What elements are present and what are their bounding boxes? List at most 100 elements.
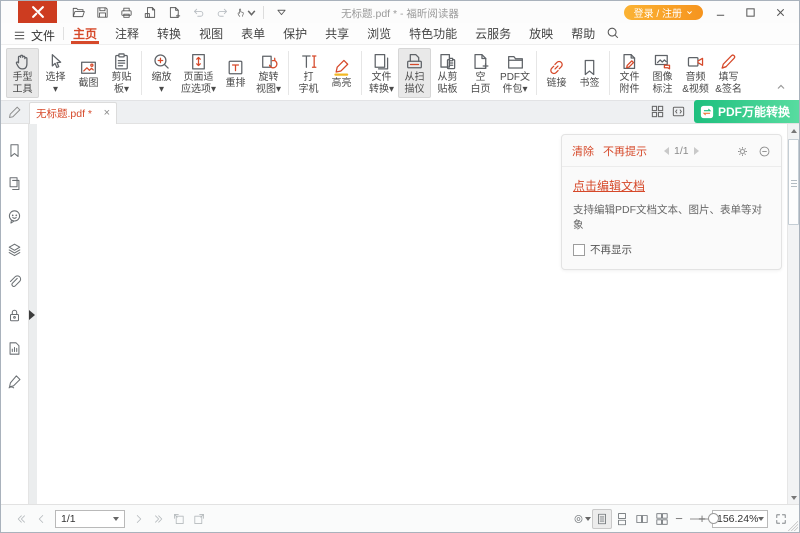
panel-expand-handle[interactable] — [29, 310, 35, 320]
comments-panel-button[interactable] — [1, 200, 28, 233]
zoom-in-button[interactable]: + — [695, 511, 709, 526]
previous-hint-button[interactable] — [664, 147, 669, 155]
redo-button[interactable] — [211, 3, 233, 21]
grid-view-button[interactable] — [647, 101, 668, 122]
close-button[interactable] — [767, 3, 793, 21]
reflow-button[interactable]: 重排 — [219, 54, 252, 92]
save-as-button[interactable] — [139, 3, 161, 21]
dont-remind-link[interactable]: 不再提示 — [603, 143, 647, 159]
new-document-button[interactable] — [163, 3, 185, 21]
menu-tab-共享[interactable]: 共享 — [316, 23, 358, 44]
link-button[interactable]: 链接 — [540, 54, 573, 92]
scrollbar-thumb[interactable] — [788, 139, 799, 225]
foxit-logo-button[interactable] — [18, 1, 57, 23]
audio-video-button[interactable]: 音频&视频 — [679, 48, 712, 98]
collapse-ribbon-button[interactable] — [776, 79, 786, 97]
close-tab-icon[interactable]: × — [104, 108, 110, 119]
print-button[interactable] — [115, 3, 137, 21]
scanner-icon — [404, 51, 425, 72]
first-page-button[interactable] — [11, 509, 31, 529]
single-page-view-button[interactable] — [592, 509, 612, 529]
menu-tab-放映[interactable]: 放映 — [520, 23, 562, 44]
highlight-button[interactable]: 高亮 — [325, 54, 358, 92]
clear-link[interactable]: 清除 — [572, 143, 594, 159]
menu-tab-主页[interactable]: 主页 — [64, 23, 106, 44]
fill-sign-button[interactable]: 填写&签名 — [712, 48, 745, 98]
dblleft-icon — [14, 512, 28, 526]
quick-edit-button[interactable] — [1, 101, 29, 123]
menu-tab-转换[interactable]: 转换 — [148, 23, 190, 44]
bookmarks-panel-button[interactable] — [1, 134, 28, 167]
vcont-icon — [615, 512, 629, 526]
menu-tab-云服务[interactable]: 云服务 — [466, 23, 520, 44]
collapse-hint-icon[interactable] — [758, 145, 771, 158]
zoom-slider[interactable] — [690, 513, 691, 524]
previous-page-button[interactable] — [31, 509, 51, 529]
maximize-button[interactable] — [737, 3, 763, 21]
page-fit-options-button[interactable]: 页面适应选项▾ — [178, 48, 219, 98]
view-mode-button[interactable] — [572, 509, 592, 529]
menu-tab-帮助[interactable]: 帮助 — [562, 23, 604, 44]
settings-gear-icon[interactable] — [736, 145, 749, 158]
zoom-percentage-input[interactable]: 156.24% — [712, 510, 768, 528]
menu-tab-保护[interactable]: 保护 — [274, 23, 316, 44]
hand-tool-button[interactable]: 手型工具 — [6, 48, 39, 98]
undo-button[interactable] — [187, 3, 209, 21]
document-tab-title: 无标题.pdf * — [36, 106, 100, 121]
layers-panel-button[interactable] — [1, 233, 28, 266]
tab-switch-button[interactable] — [668, 101, 689, 122]
continuous-view-button[interactable] — [612, 509, 632, 529]
snapshot-button[interactable]: 截图 — [72, 54, 105, 92]
menu-tab-浏览[interactable]: 浏览 — [358, 23, 400, 44]
customize-quick-access-button[interactable] — [270, 3, 292, 21]
menu-tab-注释[interactable]: 注释 — [106, 23, 148, 44]
minimize-button[interactable] — [707, 3, 733, 21]
rotate-view-button[interactable]: 旋转视图▾ — [252, 48, 285, 98]
page-number-input[interactable]: 1/1 — [55, 510, 125, 528]
bookmark-button[interactable]: 书签 — [573, 54, 606, 92]
menu-tab-表单[interactable]: 表单 — [232, 23, 274, 44]
zoom-out-button[interactable]: − — [672, 511, 686, 526]
select-mode-button[interactable] — [235, 3, 257, 21]
security-panel-button[interactable] — [1, 299, 28, 332]
typewriter-button[interactable]: 打字机 — [292, 48, 325, 98]
vertical-scrollbar[interactable] — [787, 124, 799, 504]
pdf-portfolio-button[interactable]: PDF文件包▾ — [497, 48, 533, 98]
attachments-panel-button[interactable] — [1, 266, 28, 299]
standards-panel-button[interactable] — [1, 332, 28, 365]
signature-panel-button[interactable] — [1, 365, 28, 398]
blank-page-button[interactable]: 空白页 — [464, 48, 497, 98]
select-tool-button[interactable]: 选择▾ — [39, 48, 72, 98]
search-button[interactable] — [606, 23, 620, 45]
menu-tab-特色功能[interactable]: 特色功能 — [400, 23, 466, 44]
save-button[interactable] — [91, 3, 113, 21]
window-resize-grip[interactable] — [788, 521, 798, 531]
menu-tab-视图[interactable]: 视图 — [190, 23, 232, 44]
clipboard-button[interactable]: 剪贴板▾ — [105, 48, 138, 98]
pencil-icon — [8, 105, 22, 119]
document-tab[interactable]: 无标题.pdf * × — [29, 102, 117, 124]
file-convert-button[interactable]: 文件转换▾ — [365, 48, 398, 98]
from-clipboard-button[interactable]: 从剪贴板 — [431, 48, 464, 98]
next-view-button[interactable] — [189, 509, 209, 529]
last-page-button[interactable] — [149, 509, 169, 529]
facing-continuous-view-button[interactable] — [652, 509, 672, 529]
file-menu-button[interactable]: 文件 — [9, 23, 63, 45]
pdf-convert-button[interactable]: PDF万能转换 — [694, 100, 799, 123]
next-page-button[interactable] — [129, 509, 149, 529]
login-register-button[interactable]: 登录 / 注册 — [624, 5, 703, 20]
previous-view-button[interactable] — [169, 509, 189, 529]
image-annotation-button[interactable]: 图像标注 — [646, 48, 679, 98]
scroll-up-button[interactable] — [788, 124, 799, 137]
page-thumbnails-panel-button[interactable] — [1, 167, 28, 200]
facing-view-button[interactable] — [632, 509, 652, 529]
dont-show-checkbox[interactable] — [573, 244, 585, 256]
scroll-down-button[interactable] — [788, 491, 799, 504]
next-hint-button[interactable] — [694, 147, 699, 155]
zoom-tool-button[interactable]: 缩放▾ — [145, 48, 178, 98]
edit-document-link[interactable]: 点击编辑文档 — [573, 177, 645, 194]
open-file-button[interactable] — [67, 3, 89, 21]
file-attachment-button[interactable]: 文件附件 — [613, 48, 646, 98]
from-scanner-button[interactable]: 从扫描仪 — [398, 48, 431, 98]
layers-icon — [6, 241, 23, 258]
